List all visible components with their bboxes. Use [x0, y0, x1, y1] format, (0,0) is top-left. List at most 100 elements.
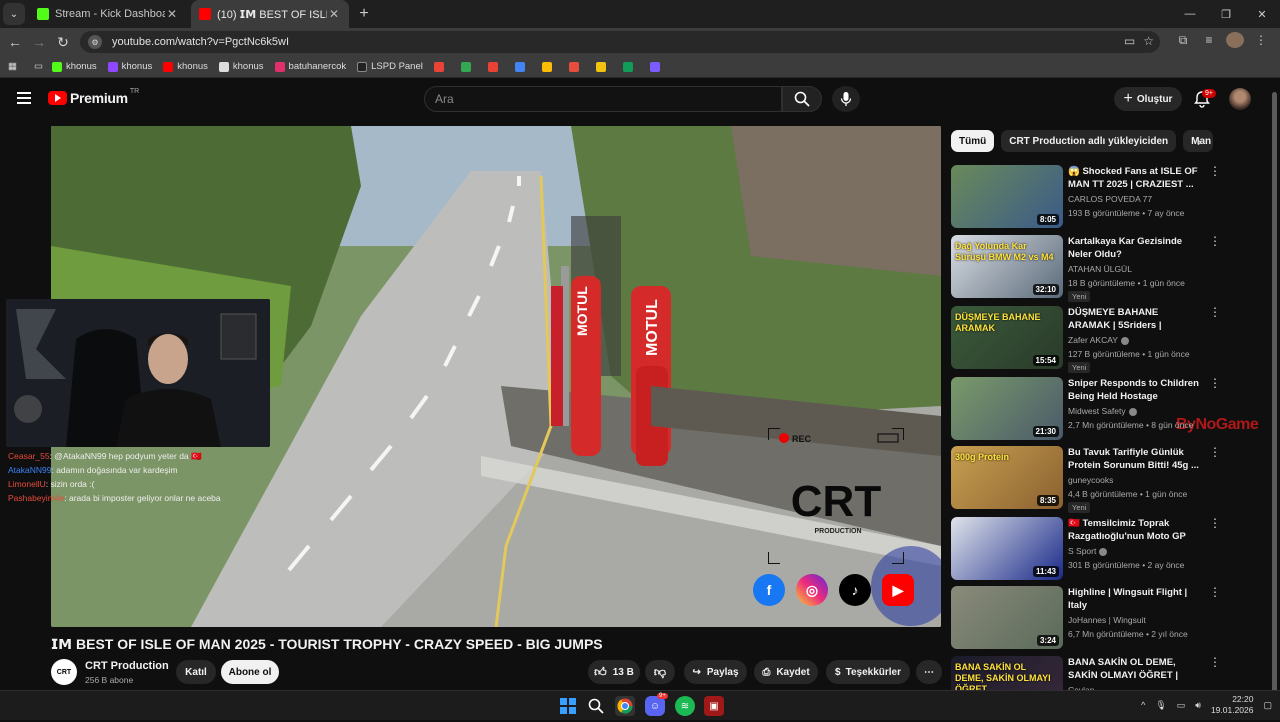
- chip-all[interactable]: Tümü: [951, 130, 995, 152]
- like-button[interactable]: 👍︎ 13 B: [588, 660, 640, 684]
- forward-button[interactable]: →: [27, 34, 51, 50]
- channel-name[interactable]: JoHannes | Wingsuit: [1068, 615, 1146, 625]
- more-options-icon[interactable]: ⋮: [1209, 446, 1221, 458]
- bookmark-item[interactable]: khonus: [107, 61, 152, 72]
- more-options-icon[interactable]: ⋮: [1209, 377, 1221, 389]
- more-options-icon[interactable]: ⋮: [1209, 235, 1221, 247]
- channel-name[interactable]: Midwest Safety: [1068, 406, 1137, 416]
- restore-button[interactable]: ❐: [1208, 8, 1244, 21]
- chip-from-uploader[interactable]: CRT Production adlı yükleyiciden: [1001, 130, 1177, 152]
- bookmark-icon[interactable]: [433, 61, 444, 72]
- video-thumbnail[interactable]: DÜŞMEYE BAHANE ARAMAK 15:54: [951, 306, 1063, 369]
- bookmark-item[interactable]: khonus: [163, 61, 208, 72]
- folder-icon[interactable]: ▭: [34, 61, 43, 72]
- search-icon[interactable]: [586, 696, 606, 716]
- search-input[interactable]: Ara: [424, 86, 782, 112]
- bookmark-item[interactable]: khonus: [218, 61, 264, 72]
- clock[interactable]: 22:20 19.01.2026: [1211, 694, 1254, 716]
- bookmark-icon[interactable]: [514, 61, 525, 72]
- bookmark-item[interactable]: LSPD Panel: [357, 61, 423, 72]
- site-info-icon[interactable]: ⚙: [88, 35, 102, 49]
- discord-icon[interactable]: ☺: [645, 696, 665, 716]
- video-title[interactable]: Kartalkaya Kar Gezisinde Neler Oldu?: [1068, 235, 1202, 261]
- tab-search-button[interactable]: ⌄: [3, 3, 25, 25]
- video-title[interactable]: Sniper Responds to Children Being Held H…: [1068, 377, 1202, 403]
- dislike-button[interactable]: 👎︎: [645, 660, 675, 684]
- bookmark-item[interactable]: batuhanercok: [274, 61, 346, 72]
- video-title[interactable]: DÜŞMEYE BAHANE ARAMAK | 5Sriders | Motos…: [1068, 306, 1202, 332]
- volume-icon[interactable]: 🔊︎: [1195, 700, 1201, 711]
- back-button[interactable]: ←: [3, 34, 27, 50]
- close-window-button[interactable]: ✕: [1244, 8, 1280, 21]
- bookmark-icon[interactable]: [568, 61, 579, 72]
- recommended-video[interactable]: 3:24 Highline | Wingsuit Flight | Italy Jo…: [951, 586, 1251, 652]
- video-title[interactable]: BANA SAKİN OL DEME, SAKİN OLMAYI ÖĞRET |…: [1068, 656, 1202, 682]
- more-options-icon[interactable]: ⋮: [1209, 656, 1221, 668]
- app-icon[interactable]: ▣: [704, 696, 724, 716]
- recommended-video[interactable]: 11:43 🇹🇷 Temsilcimiz Toprak Razgatlıoğlu'…: [951, 517, 1251, 583]
- recommended-video[interactable]: DÜŞMEYE BAHANE ARAMAK 15:54 DÜŞMEYE BAHANE…: [951, 306, 1251, 373]
- more-options-icon[interactable]: ⋮: [1209, 517, 1221, 529]
- voice-search-button[interactable]: [832, 86, 860, 112]
- chrome-icon[interactable]: [615, 696, 635, 716]
- extensions-icon[interactable]: ⧉: [1174, 33, 1192, 48]
- more-actions-button[interactable]: ⋯: [916, 660, 942, 684]
- menu-icon[interactable]: [17, 92, 31, 104]
- video-title[interactable]: 😱 Shocked Fans at ISLE OF MAN TT 2025 | …: [1068, 165, 1202, 191]
- bookmark-star-icon[interactable]: ☆: [1143, 34, 1154, 48]
- notification-icon[interactable]: ▢: [1263, 700, 1272, 711]
- chevron-right-icon[interactable]: ›: [1197, 134, 1201, 149]
- cast-icon[interactable]: ▭: [1124, 34, 1135, 48]
- recommended-video[interactable]: 300g Protein 8:35 Bu Tavuk Tarifiyle Günlü…: [951, 446, 1251, 513]
- apps-icon[interactable]: ▦: [8, 61, 17, 72]
- channel-name[interactable]: Zafer AKCAY: [1068, 335, 1129, 345]
- menu-icon[interactable]: ⋮: [1252, 33, 1270, 47]
- channel-name[interactable]: S Sport: [1068, 546, 1108, 556]
- new-tab-button[interactable]: +: [353, 5, 375, 23]
- subscribe-button[interactable]: Abone ol: [221, 660, 279, 684]
- thanks-button[interactable]: $ Teşekkürler: [826, 660, 910, 684]
- channel-name[interactable]: CARLOS POVEDA 77: [1068, 194, 1152, 204]
- video-thumbnail[interactable]: 3:24: [951, 586, 1063, 649]
- scrollbar[interactable]: [1270, 80, 1280, 692]
- close-icon[interactable]: ✕: [327, 7, 341, 21]
- save-button[interactable]: ⎙ Kaydet: [754, 660, 818, 684]
- spotify-icon[interactable]: ≋: [675, 696, 695, 716]
- recommended-video[interactable]: 21:30 Sniper Responds to Children Being H…: [951, 377, 1251, 443]
- tray-chevron-icon[interactable]: ^: [1141, 700, 1145, 710]
- video-title[interactable]: Bu Tavuk Tarifiyle Günlük Protein Sorunu…: [1068, 446, 1202, 472]
- bookmark-item[interactable]: khonus: [51, 61, 97, 72]
- profile-avatar[interactable]: [1226, 32, 1244, 48]
- tab-youtube[interactable]: (10) 𝗜𝗠 BEST OF ISLE OF MAN 2025 - TO ✕: [191, 0, 349, 28]
- video-thumbnail[interactable]: 8:05: [951, 165, 1063, 228]
- youtube-logo[interactable]: Premium TR: [48, 88, 139, 106]
- video-thumbnail[interactable]: 300g Protein 8:35: [951, 446, 1063, 509]
- more-options-icon[interactable]: ⋮: [1209, 306, 1221, 318]
- bookmark-icon[interactable]: [622, 61, 633, 72]
- bookmark-icon[interactable]: [460, 61, 471, 72]
- windows-start-icon[interactable]: [558, 696, 578, 716]
- more-options-icon[interactable]: ⋮: [1209, 586, 1221, 598]
- video-thumbnail[interactable]: Dağ Yolunda Kar Sürüşü BMW M2 vs M4 32:10: [951, 235, 1063, 298]
- channel-avatar[interactable]: CRT: [51, 659, 77, 685]
- bookmark-icon[interactable]: [541, 61, 552, 72]
- close-icon[interactable]: ✕: [165, 7, 179, 21]
- video-title[interactable]: Highline | Wingsuit Flight | Italy: [1068, 586, 1202, 612]
- address-bar[interactable]: ⚙ youtube.com/watch?v=PgctNc6k5wI ▭ ☆: [80, 31, 1160, 53]
- reload-button[interactable]: ↻: [51, 34, 75, 51]
- search-button[interactable]: [782, 86, 822, 112]
- channel-name[interactable]: CRT Production: [85, 660, 169, 672]
- microphone-icon[interactable]: 🎙︎: [1155, 700, 1166, 711]
- channel-name[interactable]: ATAHAN ÜLGÜL: [1068, 264, 1132, 274]
- tab-kick[interactable]: Stream - Kick Dashboard ✕: [29, 0, 187, 28]
- media-icon[interactable]: ≡: [1200, 33, 1218, 47]
- video-thumbnail[interactable]: 11:43: [951, 517, 1063, 580]
- network-icon[interactable]: ▭: [1177, 700, 1186, 711]
- bookmark-icon[interactable]: [649, 61, 660, 72]
- create-button[interactable]: + Oluştur: [1114, 87, 1182, 111]
- avatar[interactable]: [1229, 88, 1251, 110]
- minimize-button[interactable]: —: [1172, 8, 1208, 20]
- join-button[interactable]: Katıl: [176, 660, 216, 684]
- video-thumbnail[interactable]: 21:30: [951, 377, 1063, 440]
- recommended-video[interactable]: Dağ Yolunda Kar Sürüşü BMW M2 vs M4 32:10…: [951, 235, 1251, 302]
